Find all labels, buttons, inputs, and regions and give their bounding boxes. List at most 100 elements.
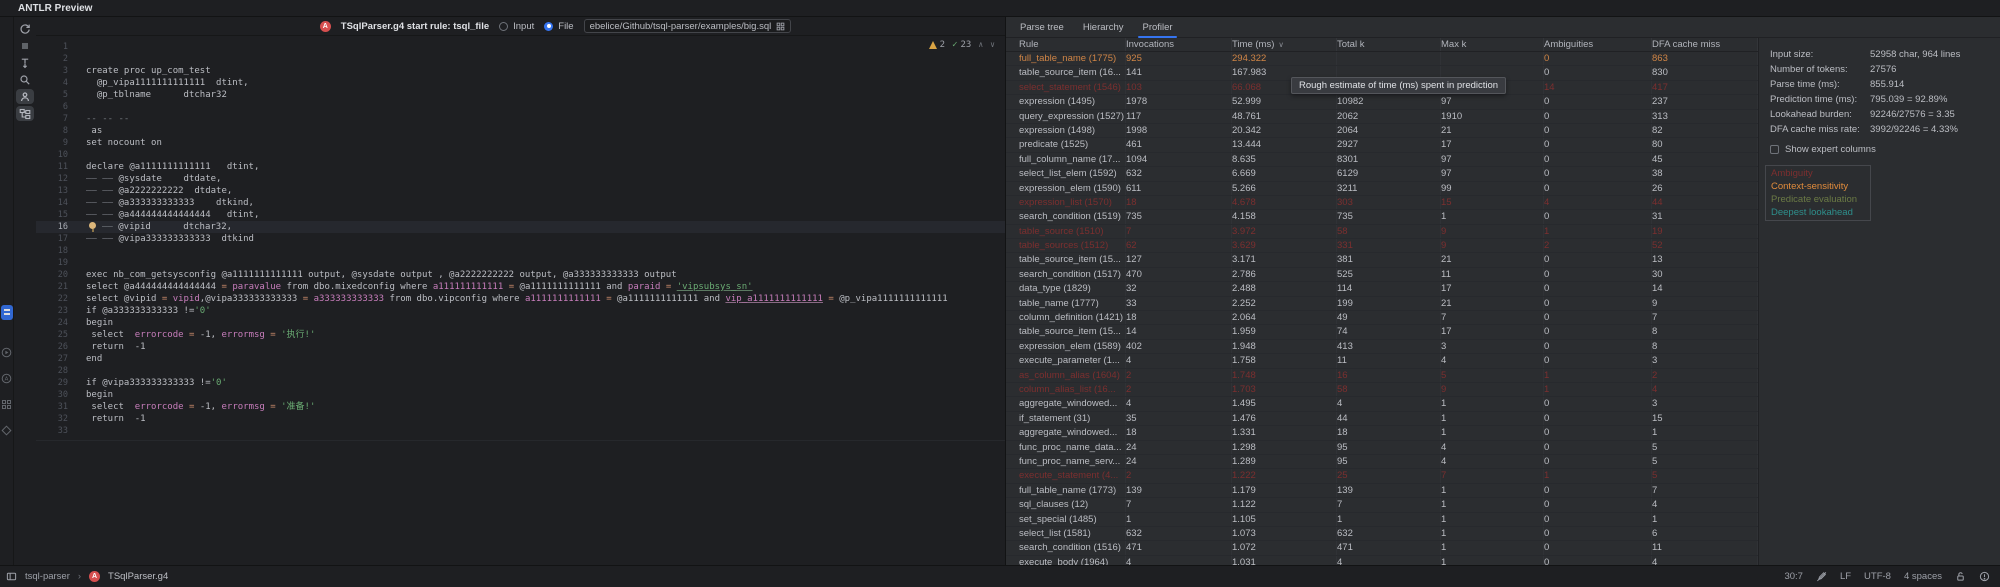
hierarchy-tree-icon[interactable] — [16, 106, 34, 121]
line-number[interactable]: 32 — [36, 413, 70, 425]
indent-selector[interactable]: 4 spaces — [1904, 571, 1942, 582]
line-number[interactable]: 5 — [36, 89, 70, 101]
weak-warning-counter[interactable]: ✓ 23 — [952, 40, 971, 50]
line-number[interactable]: 10 — [36, 149, 70, 161]
code-text[interactable]: if @a333333333333 !='0' — [70, 305, 211, 317]
expert-columns-row[interactable]: Show expert columns — [1759, 142, 2000, 156]
line-number[interactable]: 23 — [36, 305, 70, 317]
services-icon[interactable] — [1, 425, 13, 437]
code-text[interactable]: exec nb_com_getsysconfig @a1111111111111… — [70, 269, 677, 281]
unlocked-padlock-icon[interactable] — [1955, 571, 1966, 582]
code-text[interactable]: —— —— @a444444444444444 dtint, — [70, 209, 259, 221]
code-text[interactable]: select errorcode = -1, errormsg = '执行!' — [70, 329, 315, 341]
warning-counter[interactable]: 2 — [929, 40, 945, 50]
col-rule[interactable]: Rule — [1019, 38, 1126, 51]
antlr-circle-icon[interactable]: A — [1, 373, 13, 385]
chevron-down-icon[interactable]: ∨ — [990, 41, 995, 49]
line-number[interactable]: 25 — [36, 329, 70, 341]
line-number[interactable]: 7 — [36, 113, 70, 125]
line-number[interactable]: 8 — [36, 125, 70, 137]
code-text[interactable]: return -1 — [70, 413, 146, 425]
code-text[interactable] — [70, 41, 86, 53]
code-text[interactable]: declare @a1111111111111 dtint, — [70, 161, 259, 173]
line-number[interactable]: 28 — [36, 365, 70, 377]
code-text[interactable]: —— @vipid dtchar32, — [70, 221, 232, 233]
line-ending-selector[interactable]: LF — [1840, 571, 1851, 582]
caret-position[interactable]: 30:7 — [1784, 571, 1803, 582]
profiler-row[interactable]: func_proc_name_data...241.29895405 — [1006, 441, 1758, 455]
code-text[interactable] — [70, 425, 86, 437]
expert-columns-checkbox[interactable] — [1770, 145, 1779, 154]
profiler-row[interactable]: aggregate_windowed...181.33118101 — [1006, 426, 1758, 440]
profiler-row[interactable]: table_source (1510)73.972589119 — [1006, 225, 1758, 239]
line-number[interactable]: 33 — [36, 425, 70, 437]
code-text[interactable]: if @vipa333333333333 !='0' — [70, 377, 227, 389]
profiler-row[interactable]: search_condition (1517)4702.78652511030 — [1006, 268, 1758, 282]
profiler-row[interactable]: aggregate_windowed...41.4954103 — [1006, 397, 1758, 411]
inspections-widget[interactable]: 2 ✓ 23 ∧ ∨ — [929, 40, 995, 50]
code-text[interactable] — [70, 53, 86, 65]
profiler-row[interactable]: sql_clauses (12)71.1227104 — [1006, 498, 1758, 512]
preview-tool-window-icon[interactable] — [1, 305, 13, 320]
profiler-row[interactable]: data_type (1829)322.48811417014 — [1006, 282, 1758, 296]
profiler-row[interactable]: search_condition (1519)7354.1587351031 — [1006, 210, 1758, 224]
line-number[interactable]: 13 — [36, 185, 70, 197]
col-max-k[interactable]: Max k — [1441, 38, 1544, 51]
line-number[interactable]: 16 — [36, 221, 70, 233]
line-number[interactable]: 22 — [36, 293, 70, 305]
code-text[interactable] — [70, 245, 86, 257]
profiler-people-icon[interactable] — [16, 89, 34, 104]
breadcrumb-project[interactable]: tsql-parser — [25, 571, 70, 582]
line-number[interactable]: 2 — [36, 53, 70, 65]
input-radio-group[interactable]: Input — [499, 21, 534, 32]
line-number[interactable]: 9 — [36, 137, 70, 149]
col-invocations[interactable]: Invocations — [1126, 38, 1232, 51]
code-text[interactable]: —— —— @sysdate dtdate, — [70, 173, 221, 185]
code-text[interactable]: @p_tblname dtchar32 — [70, 89, 227, 101]
profiler-row[interactable]: expression_elem (1589)4021.948413308 — [1006, 340, 1758, 354]
line-number[interactable]: 14 — [36, 197, 70, 209]
profiler-row[interactable]: full_column_name (17...10948.63583019704… — [1006, 153, 1758, 167]
profiler-row[interactable]: as_column_alias (1604)21.74816512 — [1006, 369, 1758, 383]
search-icon[interactable] — [16, 72, 34, 87]
refresh-icon[interactable] — [16, 21, 34, 36]
code-text[interactable] — [70, 365, 86, 377]
code-text[interactable]: begin — [70, 317, 113, 329]
profiler-row[interactable]: full_table_name (1773)1391.179139107 — [1006, 484, 1758, 498]
profiler-row[interactable]: expression_list (1570)184.67830315444 — [1006, 196, 1758, 210]
code-text[interactable]: create proc up_com_test — [70, 65, 211, 77]
line-number[interactable]: 17 — [36, 233, 70, 245]
file-path-value[interactable]: ebelice/Github/tsql-parser/examples/big.… — [590, 21, 772, 32]
line-number[interactable]: 26 — [36, 341, 70, 353]
profiler-row[interactable]: set_special (1485)11.1051101 — [1006, 513, 1758, 527]
line-number[interactable]: 21 — [36, 281, 70, 293]
line-number[interactable]: 29 — [36, 377, 70, 389]
profiler-row[interactable]: if_statement (31)351.476441015 — [1006, 412, 1758, 426]
profiler-row[interactable]: expression (1495)197852.99910982970237 — [1006, 95, 1758, 109]
code-text[interactable]: —— —— @vipa333333333333 dtkind — [70, 233, 254, 245]
code-text[interactable]: end — [70, 353, 102, 365]
chevron-up-icon[interactable]: ∧ — [978, 41, 983, 49]
breadcrumb-file[interactable]: TSqlParser.g4 — [108, 571, 168, 582]
encoding-selector[interactable]: UTF-8 — [1864, 571, 1891, 582]
code-text[interactable] — [70, 149, 86, 161]
run-icon[interactable] — [1, 347, 13, 359]
profiler-row[interactable]: expression (1498)199820.342206421082 — [1006, 124, 1758, 138]
profiler-row[interactable]: query_expression (1527)11748.76120621910… — [1006, 110, 1758, 124]
input-radio[interactable] — [499, 22, 508, 31]
code-text[interactable] — [70, 101, 86, 113]
profiler-row[interactable]: column_alias_list (16...21.70358914 — [1006, 383, 1758, 397]
profiler-row[interactable]: table_name (1777)332.2521992109 — [1006, 297, 1758, 311]
profiler-row[interactable]: execute_parameter (1...41.75811403 — [1006, 354, 1758, 368]
code-text[interactable]: @p_vipa1111111111111 dtint, — [70, 77, 249, 89]
structure-icon[interactable] — [1, 399, 13, 411]
file-radio-group[interactable]: File — [544, 21, 573, 32]
code-text[interactable]: -- -- -- — [70, 113, 129, 125]
col-ambiguities[interactable]: Ambiguities — [1544, 38, 1652, 51]
error-analysis-icon[interactable] — [1979, 571, 1990, 582]
code-text[interactable]: return -1 — [70, 341, 146, 353]
profiler-row[interactable]: table_sources (1512)623.6293319252 — [1006, 239, 1758, 253]
line-number[interactable]: 30 — [36, 389, 70, 401]
line-number[interactable]: 18 — [36, 245, 70, 257]
code-text[interactable]: begin — [70, 389, 113, 401]
